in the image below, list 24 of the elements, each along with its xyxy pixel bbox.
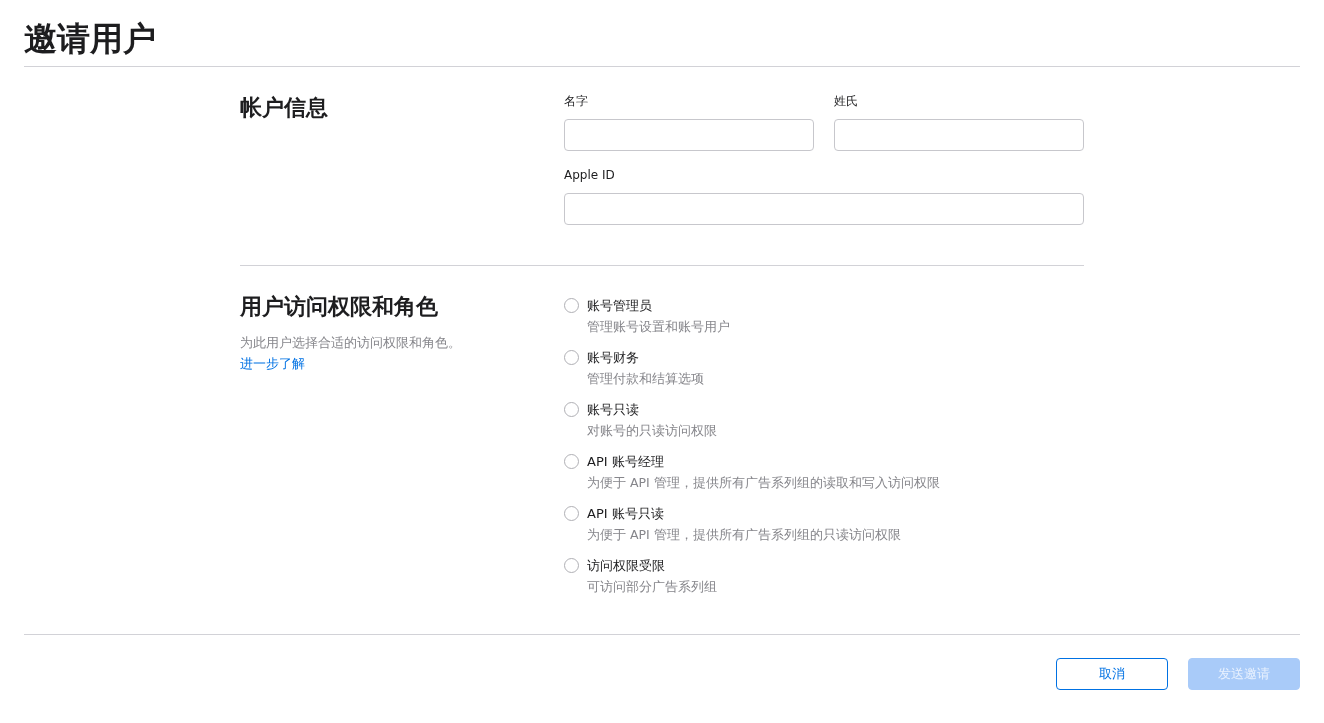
role-description: 管理付款和结算选项 [587, 370, 704, 388]
role-name: API 账号经理 [587, 453, 665, 471]
role-name: 账号财务 [587, 349, 640, 367]
role-name: 账号管理员 [587, 297, 653, 315]
role-name: 账号只读 [587, 401, 640, 419]
section-heading: 用户访问权限和角色 [240, 293, 439, 321]
role-description: 可访问部分广告系列组 [587, 578, 717, 596]
input-field[interactable] [564, 119, 814, 151]
role-name: 访问权限受限 [587, 557, 666, 575]
cancel-button[interactable]: 取消 [1056, 658, 1168, 690]
field-label: 姓氏 [834, 93, 859, 109]
field-label: Apple ID [564, 167, 616, 183]
section-heading: 帐户信息 [240, 94, 329, 122]
input-field[interactable] [834, 119, 1084, 151]
section-description: 为此用户选择合适的访问权限和角色。 进一步了解 [240, 334, 462, 373]
role-description: 对账号的只读访问权限 [587, 422, 717, 440]
role-description: 管理账号设置和账号用户 [587, 318, 730, 336]
field-label: 名字 [564, 93, 589, 109]
learn-more-link[interactable]: 进一步了解 [240, 356, 305, 371]
role-name: API 账号只读 [587, 505, 665, 523]
input-field[interactable] [564, 193, 1084, 225]
role-description: 为便于 API 管理，提供所有广告系列组的读取和写入访问权限 [587, 474, 940, 492]
page-title: 邀请用户 [24, 18, 157, 60]
role-description: 为便于 API 管理，提供所有广告系列组的只读访问权限 [587, 526, 901, 544]
